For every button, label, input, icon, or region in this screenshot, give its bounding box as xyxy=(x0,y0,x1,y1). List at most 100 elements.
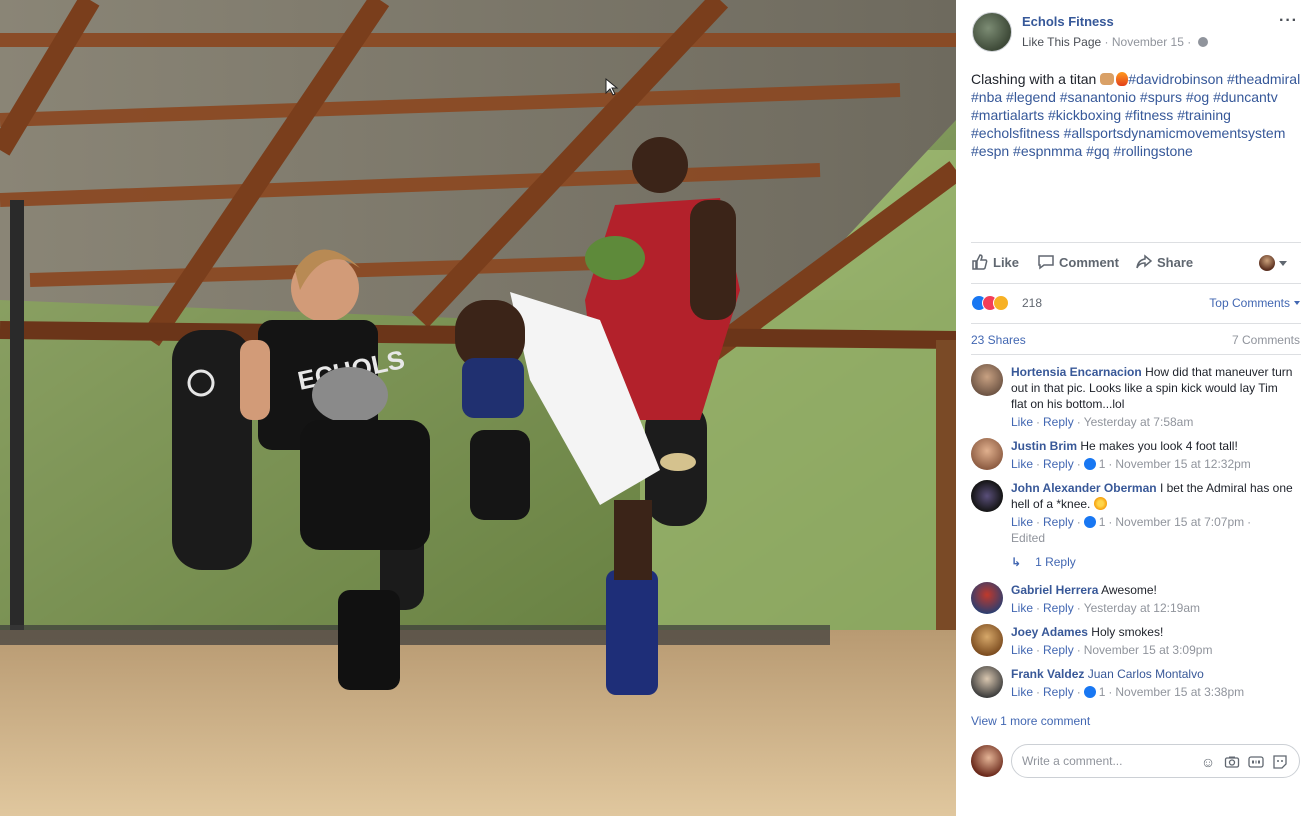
comment-reply-link[interactable]: Reply xyxy=(1043,643,1074,657)
post-subline: Like This Page · November 15 · xyxy=(1022,35,1208,49)
comment-like-link[interactable]: Like xyxy=(1011,457,1033,471)
commenter-name[interactable]: Joey Adames xyxy=(1011,625,1088,639)
comment-reply-link[interactable]: Reply xyxy=(1043,457,1074,471)
subline-separator-2: · xyxy=(1187,35,1192,49)
page-name-link[interactable]: Echols Fitness xyxy=(1022,14,1114,29)
reply-arrow-icon: ↳ xyxy=(1011,555,1022,569)
comment-like-link[interactable]: Like xyxy=(1011,685,1033,699)
sticker-icon[interactable] xyxy=(1272,754,1288,770)
comment-meta: Like · Reply · November 15 at 3:09pm xyxy=(1011,643,1213,657)
commenter-name[interactable]: John Alexander Oberman xyxy=(1011,481,1157,495)
collision-emoji-icon xyxy=(1093,497,1107,510)
comment-meta: Like · Reply · 1 · November 15 at 7:07pm · Edite… xyxy=(1011,515,1252,545)
comment-time[interactable]: November 15 at 3:38pm xyxy=(1115,685,1244,699)
commenter-name[interactable]: Frank Valdez xyxy=(1011,667,1084,681)
share-button[interactable]: Share xyxy=(1135,253,1193,273)
comment-body: Gabriel Herrera Awesome! Like · Reply · Yest… xyxy=(1011,582,1296,616)
comments-count[interactable]: 7 Comments xyxy=(1232,333,1300,347)
post-action-bar: Like Comment Share xyxy=(971,242,1301,284)
more-options-icon[interactable]: ··· xyxy=(1279,12,1298,30)
comment-meta: Like · Reply · Yesterday at 12:19am xyxy=(1011,601,1201,615)
comment-time[interactable]: Yesterday at 12:19am xyxy=(1084,601,1200,615)
post-header: Echols Fitness Like This Page · November… xyxy=(972,12,1302,52)
comment-sort-label: Top Comments xyxy=(1209,296,1290,310)
divider xyxy=(971,354,1301,355)
reaction-count: 218 xyxy=(1022,296,1043,310)
post-as-selector[interactable] xyxy=(1259,254,1289,274)
post-photo[interactable]: ECHOLS xyxy=(0,0,956,816)
fist-emoji-icon xyxy=(1100,73,1115,85)
comment-body: Justin Brim He makes you look 4 foot tal… xyxy=(1011,438,1296,472)
kickboxing-photo: ECHOLS xyxy=(0,0,956,816)
view-more-comments-link[interactable]: View 1 more comment xyxy=(971,714,1090,728)
comment-body: Frank Valdez Juan Carlos Montalvo Like · R… xyxy=(1011,666,1296,700)
like-this-page-link[interactable]: Like This Page xyxy=(1022,35,1101,49)
comment-time[interactable]: November 15 at 12:32pm xyxy=(1115,457,1250,471)
comment-like-link[interactable]: Like xyxy=(1011,515,1033,529)
commenter-name[interactable]: Justin Brim xyxy=(1011,439,1077,453)
commenter-name[interactable]: Gabriel Herrera xyxy=(1011,583,1098,597)
comment-label: Comment xyxy=(1059,255,1119,270)
commenter-avatar[interactable] xyxy=(971,364,1003,396)
page-avatar[interactable] xyxy=(972,12,1012,52)
comment-button[interactable]: Comment xyxy=(1037,253,1119,273)
commenter-avatar[interactable] xyxy=(971,582,1003,614)
post-date[interactable]: November 15 xyxy=(1112,35,1184,49)
current-user-avatar xyxy=(971,745,1003,777)
tagged-person-link[interactable]: Juan Carlos Montalvo xyxy=(1088,667,1204,681)
comment-meta: Like · Reply · 1 · November 15 at 12:32pm xyxy=(1011,457,1251,471)
subline-separator: · xyxy=(1104,35,1109,49)
comment-text: He makes you look 4 foot tall! xyxy=(1080,439,1238,453)
comment-like-link[interactable]: Like xyxy=(1011,643,1033,657)
comment-reply-link[interactable]: Reply xyxy=(1043,685,1074,699)
write-comment-area: ☺ xyxy=(971,744,1301,778)
comment-like-link[interactable]: Like xyxy=(1011,601,1033,615)
comment-edited[interactable]: Edited xyxy=(1011,531,1045,545)
share-label: Share xyxy=(1157,255,1194,270)
comment-reply-link[interactable]: Reply xyxy=(1043,515,1074,529)
comment-text: Awesome! xyxy=(1101,583,1157,597)
comment-reply-link[interactable]: Reply xyxy=(1043,415,1074,429)
comment-meta: Like · Reply · Yesterday at 7:58am xyxy=(1011,415,1194,429)
comment-time[interactable]: November 15 at 3:09pm xyxy=(1084,643,1213,657)
like-label: Like xyxy=(993,255,1020,270)
wow-reaction-icon xyxy=(993,295,1009,311)
comment-body: Joey Adames Holy smokes! Like · Reply · Nove… xyxy=(1011,624,1296,658)
post-side-panel: Echols Fitness Like This Page · November… xyxy=(956,0,1314,816)
comment-time[interactable]: November 15 at 7:07pm xyxy=(1115,515,1244,529)
divider xyxy=(971,323,1301,324)
comment-like-link[interactable]: Like xyxy=(1011,415,1033,429)
emoji-icon[interactable]: ☺ xyxy=(1200,754,1216,770)
share-icon xyxy=(1136,254,1153,269)
comment-input[interactable] xyxy=(1022,754,1192,768)
comment-time[interactable]: Yesterday at 7:58am xyxy=(1084,415,1194,429)
comment-icon xyxy=(1038,255,1054,270)
caption-intro: Clashing with a titan xyxy=(971,71,1097,87)
commenter-avatar[interactable] xyxy=(971,624,1003,656)
post-caption: Clashing with a titan #davidrobinson #th… xyxy=(971,70,1301,160)
fire-emoji-icon xyxy=(1116,72,1129,86)
globe-icon xyxy=(1197,37,1208,47)
thumbs-up-icon xyxy=(972,254,988,270)
comment-body: John Alexander Oberman I bet the Admiral… xyxy=(1011,480,1296,546)
commenter-name[interactable]: Hortensia Encarnacion xyxy=(1011,365,1142,379)
comment-meta: Like · Reply · 1 · November 15 at 3:38pm xyxy=(1011,685,1245,699)
commenter-avatar[interactable] xyxy=(971,480,1003,512)
gif-icon[interactable] xyxy=(1248,754,1264,770)
like-badge-icon xyxy=(1083,458,1096,470)
comment-sort-dropdown[interactable]: Top Comments xyxy=(1209,296,1300,310)
chevron-down-icon xyxy=(1279,261,1287,266)
comment-body: Hortensia Encarnacion How did that maneu… xyxy=(1011,364,1296,430)
like-badge-icon xyxy=(1083,516,1096,528)
replies-label: 1 Reply xyxy=(1035,555,1076,569)
comment-text: Holy smokes! xyxy=(1091,625,1164,639)
like-badge-icon xyxy=(1083,686,1096,698)
view-replies-link[interactable]: ↳ 1 Reply xyxy=(1011,555,1076,569)
comment-reply-link[interactable]: Reply xyxy=(1043,601,1074,615)
comment-input-box[interactable]: ☺ xyxy=(1011,744,1300,778)
camera-icon[interactable] xyxy=(1224,754,1240,770)
commenter-avatar[interactable] xyxy=(971,438,1003,470)
shares-link[interactable]: 23 Shares xyxy=(971,333,1026,347)
like-button[interactable]: Like xyxy=(971,253,1019,273)
commenter-avatar[interactable] xyxy=(971,666,1003,698)
